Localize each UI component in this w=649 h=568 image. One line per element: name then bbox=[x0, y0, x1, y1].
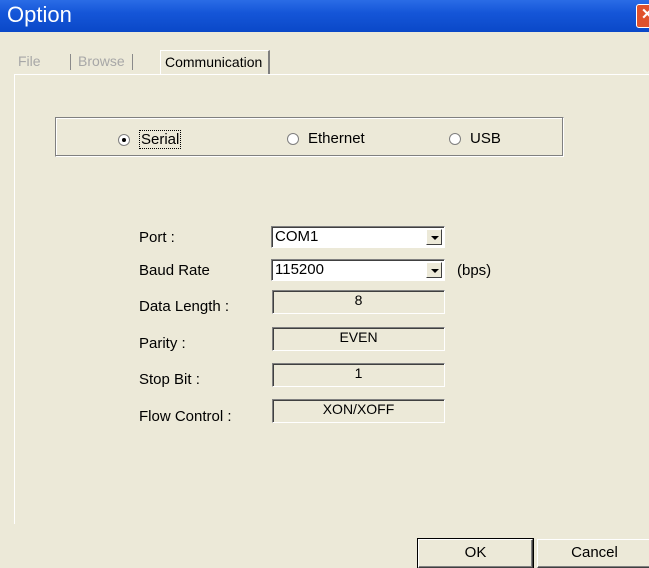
data-length-field: 8 bbox=[272, 290, 445, 314]
tab-separator bbox=[70, 54, 71, 70]
ok-button[interactable]: OK bbox=[417, 538, 534, 568]
parity-label: Parity : bbox=[139, 335, 186, 352]
data-length-label: Data Length : bbox=[139, 298, 230, 315]
port-value: COM1 bbox=[275, 228, 319, 245]
radio-usb[interactable]: USB bbox=[449, 130, 501, 147]
radio-ethernet[interactable]: Ethernet bbox=[287, 130, 365, 147]
window-title: Option bbox=[7, 2, 72, 27]
baud-rate-label: Baud Rate bbox=[139, 262, 210, 279]
radio-serial-label: Serial bbox=[139, 130, 182, 149]
port-label: Port : bbox=[139, 229, 175, 246]
tab-communication[interactable]: Communication bbox=[160, 50, 271, 74]
tab-browse[interactable]: Browse bbox=[78, 50, 125, 74]
flow-control-label: Flow Control : bbox=[139, 408, 232, 425]
radio-ethernet-label: Ethernet bbox=[308, 130, 365, 147]
radio-usb-label: USB bbox=[470, 130, 501, 147]
close-button[interactable]: ✕ bbox=[636, 4, 649, 28]
close-icon: ✕ bbox=[641, 6, 649, 23]
baud-rate-value: 115200 bbox=[275, 261, 324, 278]
radio-selected-icon bbox=[118, 133, 130, 146]
tab-separator bbox=[132, 54, 133, 70]
flow-control-field: XON/XOFF bbox=[272, 399, 445, 423]
radio-unselected-icon bbox=[449, 132, 461, 145]
cancel-button[interactable]: Cancel bbox=[537, 539, 649, 568]
stop-bit-field: 1 bbox=[272, 363, 445, 387]
title-bar[interactable]: Option ✕ bbox=[0, 0, 649, 32]
baud-rate-unit: (bps) bbox=[457, 262, 492, 279]
parity-field: EVEN bbox=[272, 327, 445, 351]
chevron-down-icon[interactable] bbox=[426, 229, 442, 245]
connection-type-group: Serial Ethernet USB bbox=[55, 117, 564, 157]
radio-unselected-icon bbox=[287, 132, 299, 145]
port-select[interactable]: COM1 bbox=[271, 226, 445, 248]
option-dialog: Option ✕ File Browse Communication Seria… bbox=[0, 0, 649, 568]
tab-file[interactable]: File bbox=[18, 50, 41, 74]
baud-rate-select[interactable]: 115200 bbox=[271, 259, 445, 281]
chevron-down-icon[interactable] bbox=[426, 262, 442, 278]
radio-serial[interactable]: Serial bbox=[118, 130, 182, 149]
stop-bit-label: Stop Bit : bbox=[139, 371, 200, 388]
